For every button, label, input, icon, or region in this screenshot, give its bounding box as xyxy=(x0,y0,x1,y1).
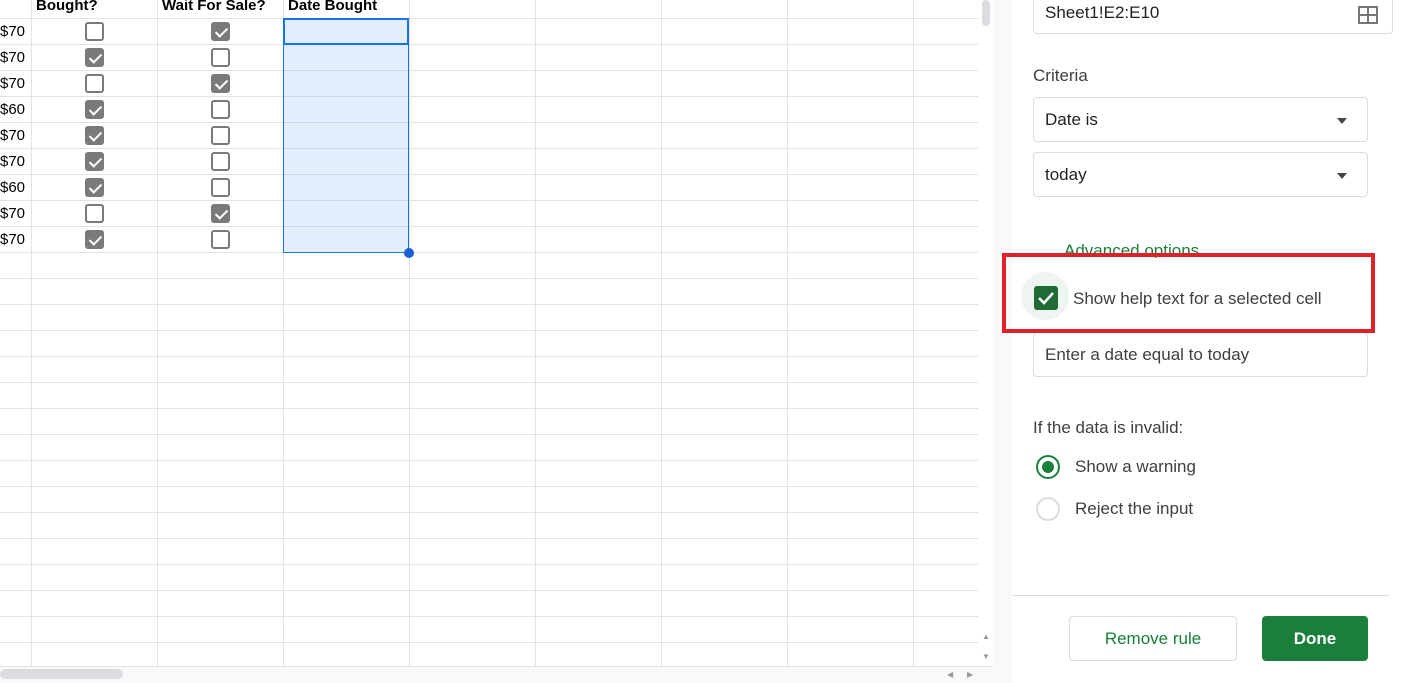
criteria-label: Criteria xyxy=(1033,66,1088,85)
selected-range xyxy=(283,18,409,253)
vertical-scrollbar[interactable] xyxy=(978,0,993,666)
scroll-right-icon[interactable]: ▶ xyxy=(967,670,973,679)
wait-for-sale-checkbox[interactable] xyxy=(211,204,230,223)
radio-show-warning[interactable] xyxy=(1036,455,1060,479)
header-wait-for-sale[interactable]: Wait For Sale? xyxy=(162,0,266,14)
scroll-down-icon[interactable]: ▼ xyxy=(982,652,990,661)
bought-checkbox[interactable] xyxy=(85,100,104,119)
bought-checkbox[interactable] xyxy=(85,74,104,93)
criteria-value-dropdown[interactable]: today xyxy=(1033,152,1368,197)
dropdown-caret-icon xyxy=(1337,172,1347,179)
price-cell[interactable]: $70 xyxy=(0,153,25,170)
row-divider xyxy=(0,200,978,201)
row-divider xyxy=(0,96,978,97)
price-cell[interactable]: $70 xyxy=(0,23,25,40)
scroll-up-icon[interactable]: ▲ xyxy=(982,632,990,641)
row-divider xyxy=(0,356,978,357)
grid-select-icon[interactable] xyxy=(1358,6,1378,24)
remove-rule-button[interactable]: Remove rule xyxy=(1069,616,1237,661)
bought-checkbox[interactable] xyxy=(85,126,104,145)
range-value: Sheet1!E2:E10 xyxy=(1045,3,1160,22)
row-divider xyxy=(0,148,978,149)
row-divider xyxy=(0,18,978,19)
radio-reject-input[interactable] xyxy=(1036,497,1060,521)
column-divider xyxy=(787,0,788,666)
row-divider xyxy=(0,538,978,539)
row-divider xyxy=(0,642,978,643)
row-divider xyxy=(0,278,978,279)
range-input[interactable]: Sheet1!E2:E10 xyxy=(1033,0,1393,34)
row-divider xyxy=(0,434,978,435)
row-divider xyxy=(0,174,978,175)
panel-gutter xyxy=(993,0,1012,683)
price-cell[interactable]: $60 xyxy=(0,179,25,196)
price-cell[interactable]: $70 xyxy=(0,75,25,92)
wait-for-sale-checkbox[interactable] xyxy=(211,100,230,119)
header-bought[interactable]: Bought? xyxy=(36,0,98,14)
vertical-scroll-thumb[interactable] xyxy=(982,0,990,26)
price-cell[interactable]: $70 xyxy=(0,127,25,144)
row-divider xyxy=(0,616,978,617)
criteria-value-text: today xyxy=(1045,164,1087,184)
wait-for-sale-checkbox[interactable] xyxy=(211,230,230,249)
price-cell[interactable]: $70 xyxy=(0,205,25,222)
invalid-data-label: If the data is invalid: xyxy=(1033,418,1184,437)
row-divider xyxy=(0,70,978,71)
divider xyxy=(1013,595,1389,596)
row-divider xyxy=(0,304,978,305)
horizontal-scrollbar[interactable] xyxy=(0,666,1012,683)
price-cell[interactable]: $60 xyxy=(0,101,25,118)
reject-input-label[interactable]: Reject the input xyxy=(1075,499,1193,519)
price-cell[interactable]: $70 xyxy=(0,231,25,248)
active-cell[interactable] xyxy=(283,18,409,45)
wait-for-sale-checkbox[interactable] xyxy=(211,178,230,197)
help-text-value: Enter a date equal to today xyxy=(1045,344,1250,364)
horizontal-scroll-thumb[interactable] xyxy=(0,669,123,679)
column-divider xyxy=(409,0,410,666)
row-divider xyxy=(0,408,978,409)
row-divider xyxy=(0,122,978,123)
show-warning-label[interactable]: Show a warning xyxy=(1075,457,1196,477)
wait-for-sale-checkbox[interactable] xyxy=(211,126,230,145)
bought-checkbox[interactable] xyxy=(85,204,104,223)
wait-for-sale-checkbox[interactable] xyxy=(211,22,230,41)
done-button[interactable]: Done xyxy=(1262,616,1368,661)
row-divider xyxy=(0,590,978,591)
row-divider xyxy=(0,564,978,565)
criteria-value: Date is xyxy=(1045,109,1098,129)
criteria-dropdown[interactable]: Date is xyxy=(1033,97,1368,142)
column-divider xyxy=(661,0,662,666)
bought-checkbox[interactable] xyxy=(85,230,104,249)
header-date-bought[interactable]: Date Bought xyxy=(288,0,377,14)
highlight-box xyxy=(1002,253,1375,333)
row-divider xyxy=(0,226,978,227)
row-divider xyxy=(0,460,978,461)
column-divider xyxy=(31,0,32,666)
spreadsheet-grid[interactable]: Bought? Wait For Sale? Date Bought $70 $70 $7… xyxy=(0,0,978,666)
column-divider xyxy=(913,0,914,666)
bought-checkbox[interactable] xyxy=(85,48,104,67)
row-divider xyxy=(0,512,978,513)
row-divider xyxy=(0,252,978,253)
bought-checkbox[interactable] xyxy=(85,178,104,197)
wait-for-sale-checkbox[interactable] xyxy=(211,48,230,67)
data-validation-panel: Sheet1!E2:E10 Criteria Date is today Adv… xyxy=(1002,0,1408,683)
wait-for-sale-checkbox[interactable] xyxy=(211,74,230,93)
fill-handle[interactable] xyxy=(404,248,414,258)
row-divider xyxy=(0,486,978,487)
price-cell[interactable]: $70 xyxy=(0,49,25,66)
wait-for-sale-checkbox[interactable] xyxy=(211,152,230,171)
scroll-left-icon[interactable]: ◀ xyxy=(947,670,953,679)
row-divider xyxy=(0,330,978,331)
column-divider xyxy=(157,0,158,666)
help-text-input[interactable]: Enter a date equal to today xyxy=(1033,332,1368,377)
row-divider xyxy=(0,382,978,383)
row-divider xyxy=(0,44,978,45)
column-divider xyxy=(535,0,536,666)
bought-checkbox[interactable] xyxy=(85,152,104,171)
bought-checkbox[interactable] xyxy=(85,22,104,41)
dropdown-caret-icon xyxy=(1337,117,1347,124)
